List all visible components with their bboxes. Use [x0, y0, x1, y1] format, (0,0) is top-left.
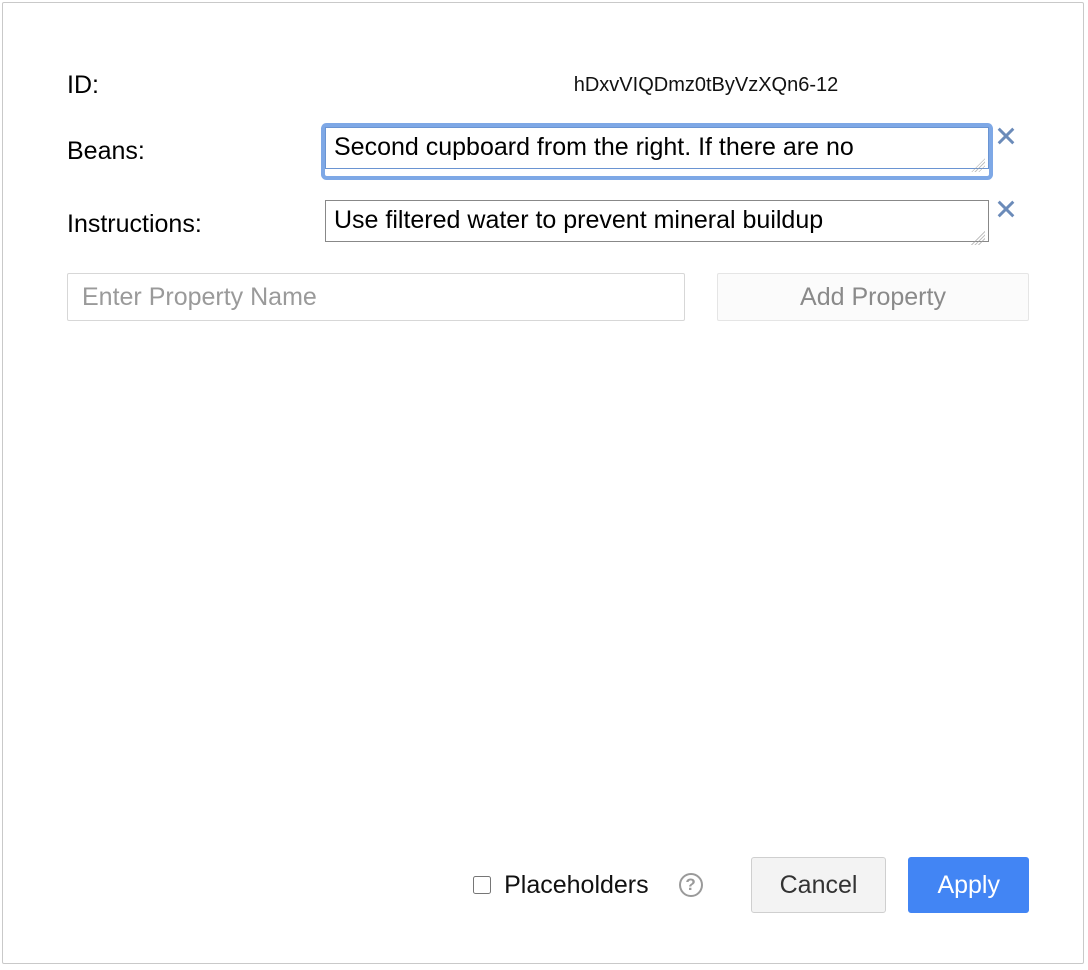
apply-button[interactable]: Apply [908, 857, 1029, 913]
add-property-row: Add Property [67, 273, 1029, 321]
property-name-input[interactable] [67, 273, 685, 321]
placeholders-toggle[interactable]: Placeholders [469, 871, 649, 900]
instructions-label: Instructions: [67, 210, 325, 239]
properties-form: ID: hDxvVIQDmz0tByVzXQn6-12 Beans: Instr… [67, 63, 1029, 321]
beans-row: Beans: [67, 127, 1029, 176]
spacer [67, 321, 1029, 857]
id-row: ID: hDxvVIQDmz0tByVzXQn6-12 [67, 63, 1029, 107]
remove-beans-button[interactable] [989, 127, 1025, 145]
properties-panel: ID: hDxvVIQDmz0tByVzXQn6-12 Beans: Instr… [2, 2, 1084, 964]
add-property-button[interactable]: Add Property [717, 273, 1029, 321]
footer: Placeholders ? Cancel Apply [67, 857, 1029, 913]
beans-field-wrap [325, 127, 989, 176]
cancel-button[interactable]: Cancel [751, 857, 887, 913]
instructions-input[interactable] [325, 200, 989, 242]
id-value: hDxvVIQDmz0tByVzXQn6-12 [383, 74, 1029, 97]
close-icon [997, 200, 1015, 218]
remove-instructions-button[interactable] [989, 200, 1025, 218]
instructions-field-wrap [325, 200, 989, 249]
id-label: ID: [67, 71, 383, 100]
placeholders-checkbox[interactable] [473, 876, 491, 894]
instructions-row: Instructions: [67, 200, 1029, 249]
placeholders-label: Placeholders [504, 871, 649, 900]
beans-input[interactable] [325, 127, 989, 169]
close-icon [997, 127, 1015, 145]
beans-label: Beans: [67, 137, 325, 166]
help-icon[interactable]: ? [679, 873, 703, 897]
